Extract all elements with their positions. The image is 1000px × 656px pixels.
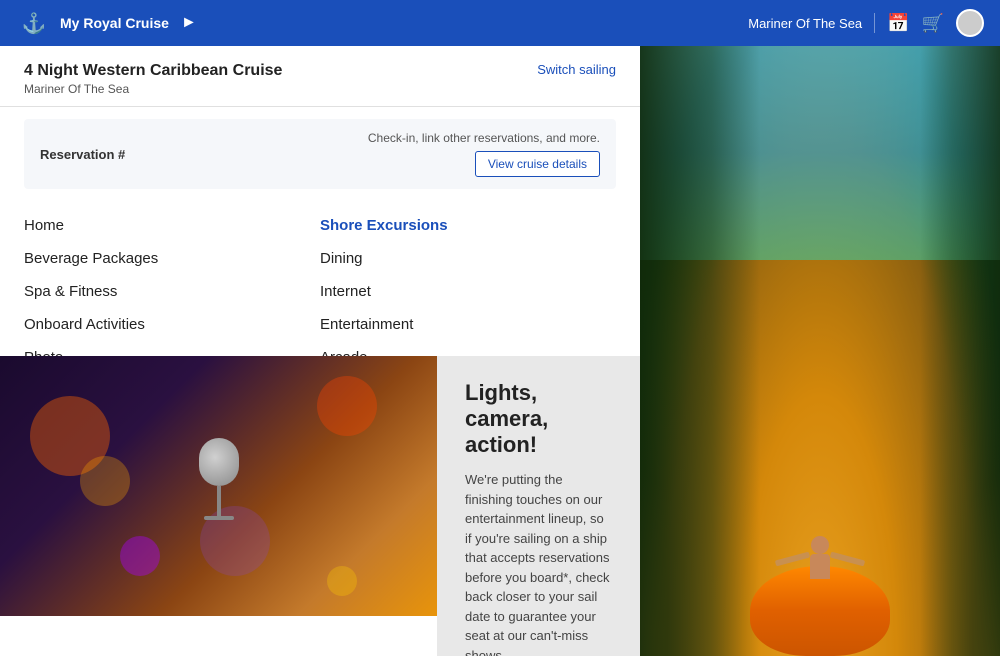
bokeh-light-4 — [120, 536, 160, 576]
nav-item-beverage[interactable]: Beverage Packages — [24, 250, 320, 267]
cart-icon[interactable]: 🛒 — [922, 13, 944, 34]
entertainment-content: Lights, camera, action! We're putting th… — [465, 380, 612, 656]
kayaker-person — [805, 536, 835, 586]
header-left: ⚓ My Royal Cruise ► — [16, 5, 197, 41]
kayak-boat — [740, 536, 900, 656]
nav-item-entertainment[interactable]: Entertainment — [320, 316, 616, 333]
svg-text:⚓: ⚓ — [22, 12, 47, 35]
forward-icon: ► — [181, 14, 197, 32]
cruise-info-bar: 4 Night Western Caribbean Cruise Mariner… — [0, 46, 640, 107]
bokeh-light-2 — [80, 456, 130, 506]
nav-item-internet[interactable]: Internet — [320, 283, 616, 300]
switch-sailing-link[interactable]: Switch sailing — [537, 62, 616, 77]
header-right: Mariner Of The Sea 📅 🛒 — [748, 9, 984, 37]
view-cruise-button[interactable]: View cruise details — [475, 151, 600, 177]
royal-caribbean-logo: ⚓ — [16, 5, 52, 41]
kayak-background — [640, 46, 1000, 656]
app-header: ⚓ My Royal Cruise ► Mariner Of The Sea 📅… — [0, 0, 1000, 46]
left-panel: 4 Night Western Caribbean Cruise Mariner… — [0, 46, 640, 656]
person-body — [810, 554, 830, 579]
reservation-label: Reservation # — [40, 147, 125, 162]
mic-base — [204, 516, 234, 520]
entertainment-description: We're putting the finishing touches on o… — [465, 470, 612, 656]
person-head — [811, 536, 829, 554]
bottom-section: Lights, camera, action! We're putting th… — [0, 356, 640, 656]
entertainment-text-panel: Lights, camera, action! We're putting th… — [437, 356, 640, 656]
avatar[interactable] — [956, 9, 984, 37]
bokeh-light-3 — [317, 376, 377, 436]
paddle-right — [830, 552, 865, 567]
mic-stand — [217, 486, 221, 516]
entertainment-title: Lights, camera, action! — [465, 380, 612, 458]
right-panel-image — [640, 46, 1000, 656]
header-ship-name: Mariner Of The Sea — [748, 16, 862, 31]
nav-item-onboard[interactable]: Onboard Activities — [24, 316, 320, 333]
nav-item-home[interactable]: Home — [24, 217, 320, 234]
nav-menu: Home Beverage Packages Spa & Fitness Onb… — [0, 201, 640, 382]
tree-right-overlay — [920, 46, 1000, 656]
nav-col-2: Shore Excursions Dining Internet Enterta… — [320, 217, 616, 366]
cruise-details: 4 Night Western Caribbean Cruise Mariner… — [24, 62, 282, 96]
paddle-left — [775, 552, 810, 567]
cruise-ship: Mariner Of The Sea — [24, 82, 282, 96]
nav-item-dining[interactable]: Dining — [320, 250, 616, 267]
bokeh-light-5 — [327, 566, 357, 596]
app-title: My Royal Cruise — [60, 15, 169, 31]
cruise-title: 4 Night Western Caribbean Cruise — [24, 62, 282, 80]
mic-head — [199, 438, 239, 486]
reservation-bar: Reservation # Check-in, link other reser… — [24, 119, 616, 189]
main-content: 4 Night Western Caribbean Cruise Mariner… — [0, 46, 1000, 656]
nav-col-1: Home Beverage Packages Spa & Fitness Onb… — [24, 217, 320, 366]
calendar-icon[interactable]: 📅 — [887, 13, 909, 34]
header-divider — [874, 13, 875, 33]
nav-item-shore[interactable]: Shore Excursions — [320, 217, 616, 234]
entertainment-image — [0, 356, 437, 616]
reservation-desc: Check-in, link other reservations, and m… — [368, 131, 600, 145]
nav-item-spa[interactable]: Spa & Fitness — [24, 283, 320, 300]
reservation-right: Check-in, link other reservations, and m… — [368, 131, 600, 177]
microphone-graphic — [189, 438, 249, 518]
